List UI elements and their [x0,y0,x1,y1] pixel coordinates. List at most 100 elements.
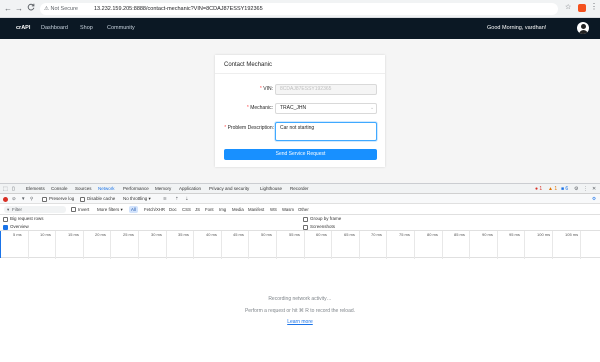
inspect-element-icon[interactable]: ⬚ [3,184,8,194]
greeting-text: Good Morning, vardhan! [487,25,547,31]
chip-all[interactable]: All [129,206,138,213]
timeline-tick-label: 15 ms [68,232,79,237]
not-secure-label: Not Secure [50,6,78,12]
network-settings-icon[interactable]: ⚙ [592,194,596,204]
search-icon[interactable]: ⚲ [30,194,33,204]
browser-menu-icon[interactable]: ⋮ [590,2,598,11]
timeline-gridline [469,231,470,259]
chip-img[interactable]: Img [217,206,228,213]
mechanic-label: * Mechanic: [246,105,273,111]
send-service-request-button[interactable]: Send Service Request [224,149,377,160]
chevron-down-icon[interactable]: ⌄ [370,104,374,113]
browser-toolbar: ← → ⚠ Not Secure 13.232.159.205:8888/con… [0,0,600,18]
vin-field[interactable]: 8CDAJ87ESSY192365 [275,84,377,95]
nav-shop[interactable]: Shop [80,18,93,39]
big-rows-label: Big request rows [10,216,44,221]
timeline-gridline [442,231,443,259]
chip-wasm[interactable]: Wasm [280,206,296,213]
more-filters-dropdown[interactable]: More filters ▾ [97,206,123,214]
chip-css[interactable]: CSS [180,206,193,213]
clear-icon[interactable]: ⊘ [12,194,16,204]
more-options-icon[interactable]: ⋮ [583,184,588,194]
back-icon[interactable]: ← [3,3,13,15]
timeline-gridline [414,231,415,259]
tab-console[interactable]: Console [51,184,68,194]
tab-privacy-security[interactable]: Privacy and security [209,184,249,194]
forward-icon[interactable]: → [14,3,24,15]
brand-logo[interactable]: crAPI [16,18,30,39]
timeline-tick-label: 100 ms [537,232,551,237]
timeline-gridline [221,231,222,259]
chip-other[interactable]: Other [296,206,311,213]
timeline-gridline [386,231,387,259]
tab-sources[interactable]: Sources [75,184,92,194]
warning-count-badge[interactable]: ▲ 1 [548,184,557,194]
timeline-gridline [248,231,249,259]
tab-application[interactable]: Application [179,184,201,194]
mechanic-select[interactable]: TRAC_JHN [275,103,377,114]
error-count-badge[interactable]: ● 1 [535,184,542,194]
record-hint: Perform a request or hit ⌘ R to record t… [244,308,356,314]
download-icon[interactable]: ⇣ [185,194,189,204]
filter-input[interactable]: Filter [4,206,66,213]
record-button-icon[interactable] [3,197,8,202]
info-count-badge[interactable]: ■ 6 [561,184,568,194]
extension-icon[interactable] [578,4,586,12]
chip-ws[interactable]: WS [268,206,279,213]
upload-icon[interactable]: ⇡ [175,194,179,204]
timeline-gridline [524,231,525,259]
timeline-tick-label: 45 ms [233,232,244,237]
preserve-log-label: Preserve log [49,196,75,201]
timeline-gridline [304,231,305,259]
device-toolbar-icon[interactable]: ▯ [12,184,15,194]
chip-doc[interactable]: Doc [167,206,179,213]
group-by-frame-checkbox[interactable] [303,217,308,222]
bookmark-star-icon[interactable]: ☆ [565,3,571,11]
tab-recorder[interactable]: Recorder [290,184,309,194]
network-overview-timeline[interactable]: 5 ms 10 ms 15 ms 20 ms 25 ms 30 ms 35 ms 40 ms 4… [0,230,600,259]
timeline-tick-label: 95 ms [509,232,520,237]
disable-cache-checkbox[interactable] [80,197,85,202]
chip-fetch-xhr[interactable]: Fetch/XHR [142,206,167,213]
timeline-gridline [331,231,332,259]
avatar[interactable] [577,22,589,34]
recording-message: Recording network activity… [268,296,332,302]
chip-js[interactable]: JS [193,206,202,213]
learn-more-link[interactable]: Learn more [0,319,600,325]
settings-gear-icon[interactable]: ⚙ [574,184,578,194]
wifi-icon[interactable]: ≋ [163,194,167,204]
timeline-gridline [55,231,56,259]
problem-description-field[interactable]: Car not starting [275,122,377,141]
nav-dashboard[interactable]: Dashboard [41,18,68,39]
chip-media[interactable]: Media [230,206,246,213]
vin-label: * VIN: [259,86,273,92]
close-icon[interactable]: ✕ [592,184,596,194]
nav-community[interactable]: Community [107,18,135,39]
timeline-tick-label: 70 ms [371,232,382,237]
tab-lighthouse[interactable]: Lighthouse [260,184,282,194]
screenshots-checkbox[interactable] [303,225,308,230]
tab-elements[interactable]: Elements [26,184,45,194]
filter-funnel-icon[interactable]: ▼ [21,194,25,204]
timeline-gridline [28,231,29,259]
preserve-log-checkbox[interactable] [42,197,47,202]
reload-icon[interactable] [26,3,36,15]
timeline-tick-label: 35 ms [178,232,189,237]
timeline-gridline [359,231,360,259]
overview-checkbox[interactable] [3,225,8,230]
invert-checkbox[interactable] [71,207,76,212]
url-text[interactable]: 13.232.159.205:8888/contact-mechanic?VIN… [94,4,263,14]
timeline-gridline [552,231,553,259]
timeline-tick-label: 85 ms [454,232,465,237]
tab-memory[interactable]: Memory [155,184,171,194]
timeline-tick-label: 75 ms [399,232,410,237]
timeline-tick-label: 65 ms [344,232,355,237]
not-secure-indicator[interactable]: ⚠ Not Secure [44,4,78,14]
chip-manifest[interactable]: Manifest [246,206,266,213]
chip-font[interactable]: Font [203,206,216,213]
timeline-tick-label: 50 ms [261,232,272,237]
tab-performance[interactable]: Performance [123,184,149,194]
big-rows-checkbox[interactable] [3,217,8,222]
throttling-select[interactable]: No throttling ▾ [123,194,151,204]
address-bar[interactable]: ⚠ Not Secure 13.232.159.205:8888/contact… [40,3,558,15]
